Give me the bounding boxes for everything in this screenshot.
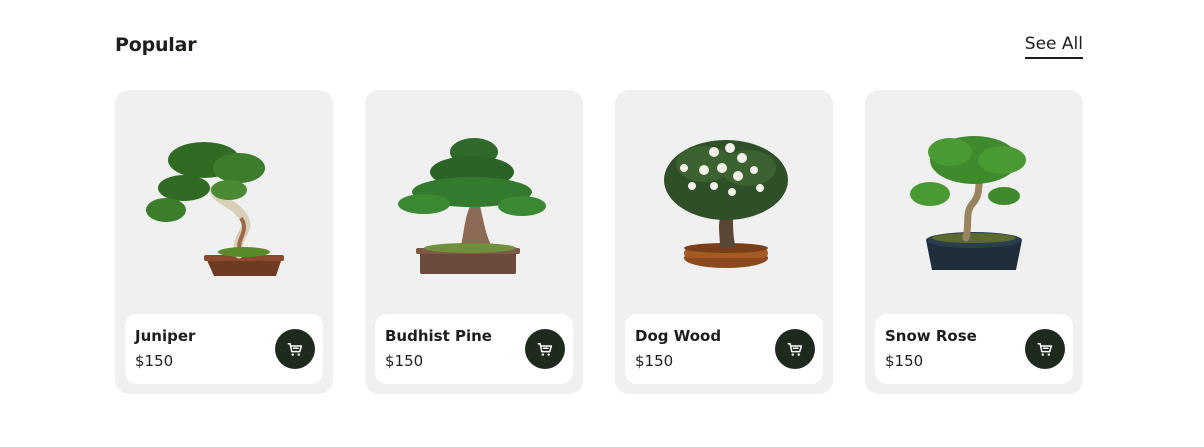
cart-icon (287, 343, 303, 356)
add-to-cart-button[interactable] (775, 329, 815, 369)
see-all-link[interactable]: See All (1024, 34, 1083, 59)
product-price: $150 (635, 352, 674, 370)
product-name: Juniper (135, 327, 196, 345)
product-price: $150 (135, 352, 174, 370)
product-price: $150 (885, 352, 924, 370)
add-to-cart-button[interactable] (275, 329, 315, 369)
product-card[interactable]: Snow Rose $150 (865, 90, 1083, 394)
product-info: Budhist Pine $150 (375, 314, 573, 384)
product-info: Dog Wood $150 (625, 314, 823, 384)
product-price: $150 (385, 352, 424, 370)
product-info: Juniper $150 (125, 314, 323, 384)
cart-icon (1037, 343, 1053, 356)
dogwood-bonsai-image (644, 130, 804, 290)
add-to-cart-button[interactable] (1025, 329, 1065, 369)
product-card[interactable]: Dog Wood $150 (615, 90, 833, 394)
product-card[interactable]: Budhist Pine $150 (365, 90, 583, 394)
product-name: Snow Rose (885, 327, 977, 345)
snow-rose-bonsai-image (894, 130, 1054, 290)
product-list: Juniper $150 Budhist Pine $150 Dog Wood … (115, 90, 1083, 394)
juniper-bonsai-image (144, 130, 304, 290)
product-card[interactable]: Juniper $150 (115, 90, 333, 394)
product-name: Dog Wood (635, 327, 722, 345)
cart-icon (537, 343, 553, 356)
cart-icon (787, 343, 803, 356)
product-name: Budhist Pine (385, 327, 492, 345)
section-title: Popular (115, 34, 197, 56)
section-header: Popular See All (115, 32, 1083, 62)
product-info: Snow Rose $150 (875, 314, 1073, 384)
add-to-cart-button[interactable] (525, 329, 565, 369)
pine-bonsai-image (394, 130, 554, 290)
